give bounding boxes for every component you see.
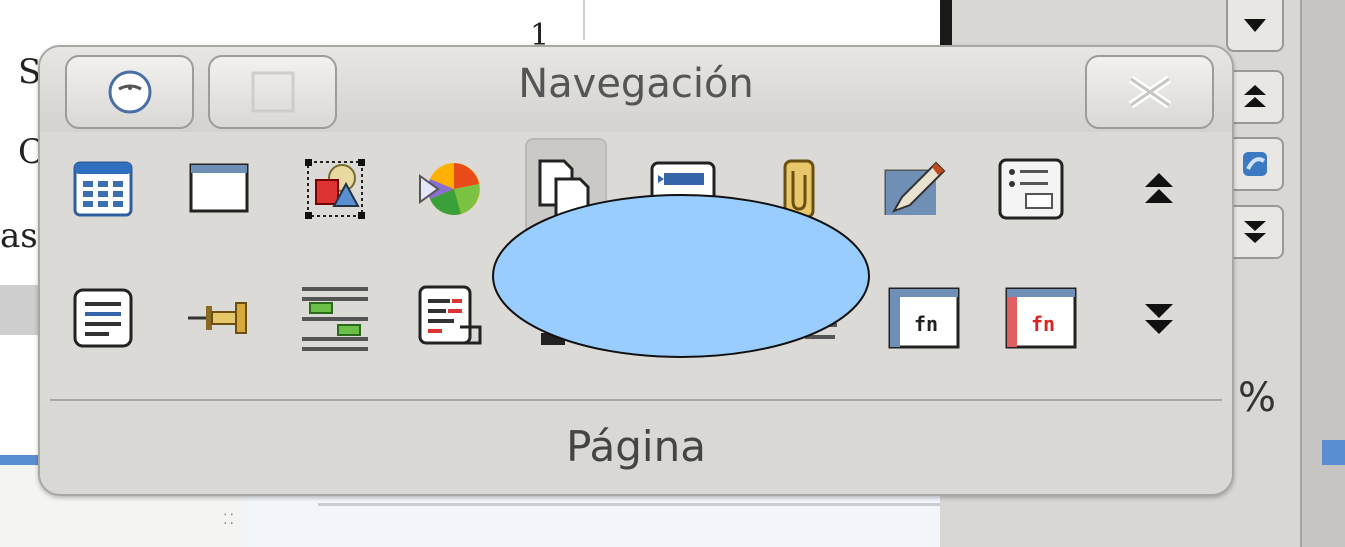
- scroll-down-button[interactable]: [1226, 0, 1284, 52]
- close-button[interactable]: [1085, 55, 1214, 129]
- tool-jump-down[interactable]: [1120, 279, 1198, 357]
- text-fragment: as: [0, 216, 38, 256]
- tool-frames[interactable]: [180, 150, 258, 228]
- jump-down-icon: [1145, 304, 1173, 334]
- ole-object-icon: [419, 163, 480, 215]
- selection-edge: [0, 455, 40, 465]
- svg-text:fn: fn: [914, 312, 938, 336]
- tool-bookmarks[interactable]: [180, 279, 258, 357]
- tool-comments[interactable]: [412, 279, 490, 357]
- drawing-objects-icon: [305, 159, 365, 219]
- title-bar[interactable]: Navegación: [40, 47, 1232, 132]
- close-icon: [1128, 75, 1171, 109]
- page-down-button[interactable]: [1226, 205, 1284, 259]
- page-up-button[interactable]: [1226, 70, 1284, 124]
- navigator-icon: [1243, 152, 1267, 176]
- double-chevron-down-icon: [1244, 221, 1266, 243]
- paragraph-icon: [73, 288, 133, 348]
- column-divider: [583, 0, 585, 40]
- scroll-accent: [1322, 440, 1345, 465]
- tool-drawing-objects[interactable]: [296, 150, 374, 228]
- tool-ole-objects[interactable]: [412, 150, 490, 228]
- edit-pencil-icon: [884, 161, 946, 215]
- document-edit-icon: [418, 285, 482, 345]
- bookmark-pin-icon: [188, 302, 247, 334]
- tool-jump-up[interactable]: [1120, 150, 1198, 228]
- tool-list-box[interactable]: [992, 150, 1070, 228]
- jump-up-icon: [1145, 173, 1173, 203]
- window-title: Navegación: [518, 61, 754, 107]
- svg-text:fn: fn: [1031, 312, 1055, 336]
- zoom-percent: %: [1238, 375, 1277, 421]
- table-icon: [73, 161, 133, 217]
- chevron-down-icon: [1244, 19, 1266, 32]
- tool-paragraphs[interactable]: [64, 279, 142, 357]
- tool-fields[interactable]: fn: [885, 279, 963, 357]
- status-label: Página: [566, 422, 706, 471]
- tool-edit[interactable]: [876, 150, 954, 228]
- dots-marker: ⁚⁚: [223, 512, 236, 528]
- tool-headings[interactable]: [296, 279, 374, 357]
- tool-fields-red[interactable]: fn: [1002, 279, 1080, 357]
- status-divider: [50, 399, 1222, 401]
- navigator-side-button[interactable]: [1226, 137, 1284, 191]
- field-fn-red-icon: fn: [1005, 287, 1077, 349]
- double-chevron-up-icon: [1244, 85, 1266, 107]
- list-box-icon: [998, 158, 1064, 220]
- headings-icon: [302, 287, 368, 351]
- tool-tables[interactable]: [64, 150, 142, 228]
- field-fn-icon: fn: [888, 287, 960, 349]
- frame-icon: [189, 163, 249, 213]
- redaction-ellipse: [492, 194, 870, 358]
